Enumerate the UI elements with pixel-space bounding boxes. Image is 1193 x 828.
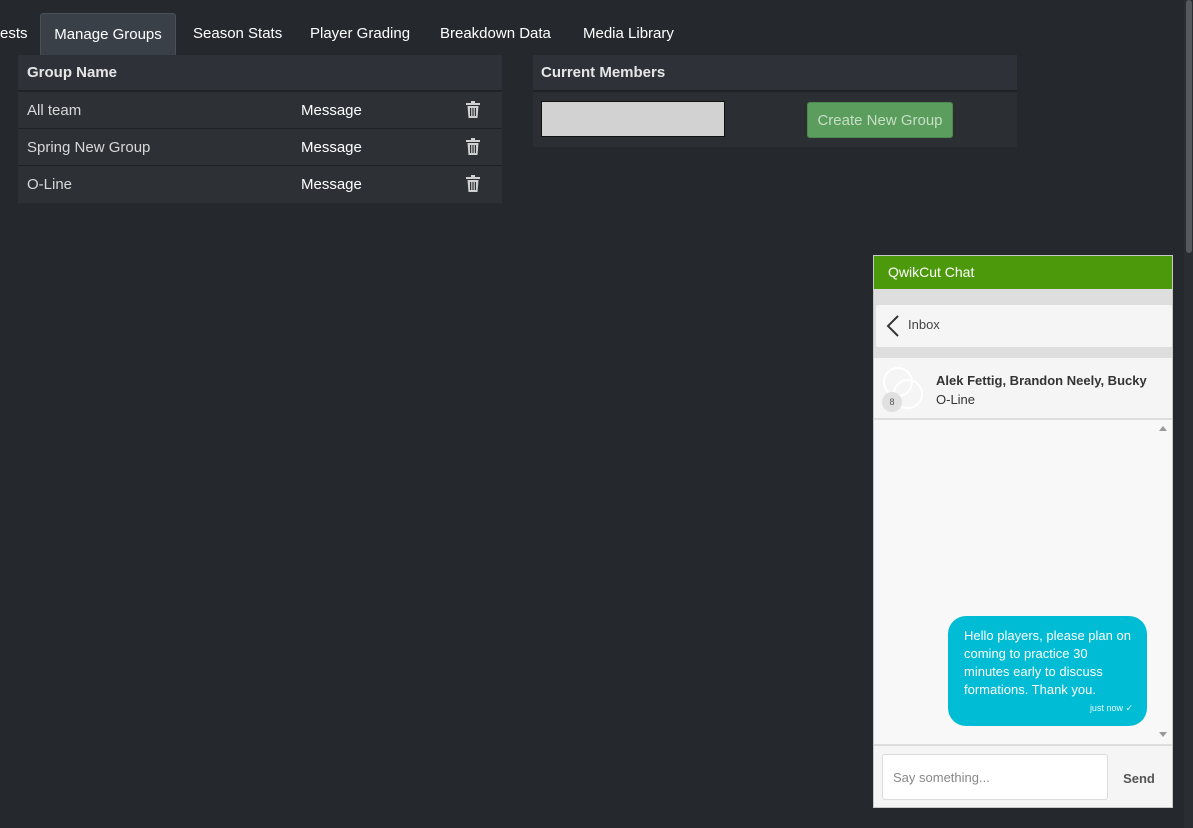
chevron-left-icon[interactable]: [886, 315, 900, 337]
message-text: Hello players, please plan on coming to …: [964, 628, 1131, 697]
conversation-header: 8 Alek Fettig, Brandon Neely, Bucky O-Li…: [874, 358, 1172, 419]
scroll-down-icon[interactable]: [1159, 732, 1167, 737]
conversation-participants: Alek Fettig, Brandon Neely, Bucky: [936, 373, 1147, 388]
current-members-panel: Current Members Create New Group: [533, 55, 1017, 147]
member-count-badge: 8: [882, 392, 902, 412]
trash-icon[interactable]: [466, 175, 480, 192]
current-members-header: Current Members: [533, 55, 1017, 92]
group-name-input[interactable]: [541, 101, 725, 137]
table-row: All team Message: [18, 92, 502, 129]
table-row: Spring New Group Message: [18, 129, 502, 166]
message-link[interactable]: Message: [301, 166, 362, 203]
group-name-header: Group Name: [18, 55, 502, 92]
inbox-link[interactable]: Inbox: [908, 305, 940, 345]
chat-nav-bar: Inbox: [876, 305, 1172, 347]
message-link[interactable]: Message: [301, 129, 362, 166]
page-scrollbar-thumb[interactable]: [1186, 0, 1192, 253]
chat-widget: QwikCut Chat Inbox 8 Alek Fettig, Brando…: [873, 255, 1173, 808]
message-composer: Send: [874, 745, 1172, 807]
table-row: O-Line Message: [18, 166, 502, 203]
tab-player-grading[interactable]: Player Grading: [310, 13, 410, 55]
group-name: All team: [27, 102, 82, 119]
group-name: O-Line: [27, 176, 73, 193]
tab-breakdown-data[interactable]: Breakdown Data: [440, 13, 551, 55]
tab-bar: ests Manage Groups Season Stats Player G…: [0, 13, 1020, 55]
tab-tests[interactable]: ests: [0, 13, 28, 55]
trash-icon[interactable]: [466, 101, 480, 118]
group-name: Spring New Group: [27, 139, 151, 156]
send-button[interactable]: Send: [1118, 764, 1160, 792]
message-list: Hello players, please plan on coming to …: [874, 420, 1172, 744]
create-new-group-button[interactable]: Create New Group: [807, 102, 953, 138]
conversation-group-name: O-Line: [936, 392, 976, 407]
chat-title[interactable]: QwikCut Chat: [874, 256, 1172, 289]
message-input[interactable]: [882, 754, 1108, 800]
message-scrollbar[interactable]: [1157, 420, 1169, 744]
trash-icon[interactable]: [466, 138, 480, 155]
page-scrollbar[interactable]: [1184, 0, 1193, 828]
tab-season-stats[interactable]: Season Stats: [193, 13, 282, 55]
message-bubble: Hello players, please plan on coming to …: [948, 616, 1147, 726]
tab-manage-groups[interactable]: Manage Groups: [40, 13, 176, 55]
tab-media-library[interactable]: Media Library: [583, 13, 674, 55]
message-link[interactable]: Message: [301, 92, 362, 129]
scroll-up-icon[interactable]: [1159, 426, 1167, 431]
message-timestamp: just now ✓: [1089, 703, 1133, 713]
groups-table: Group Name All team Message Spring New G…: [18, 55, 502, 203]
